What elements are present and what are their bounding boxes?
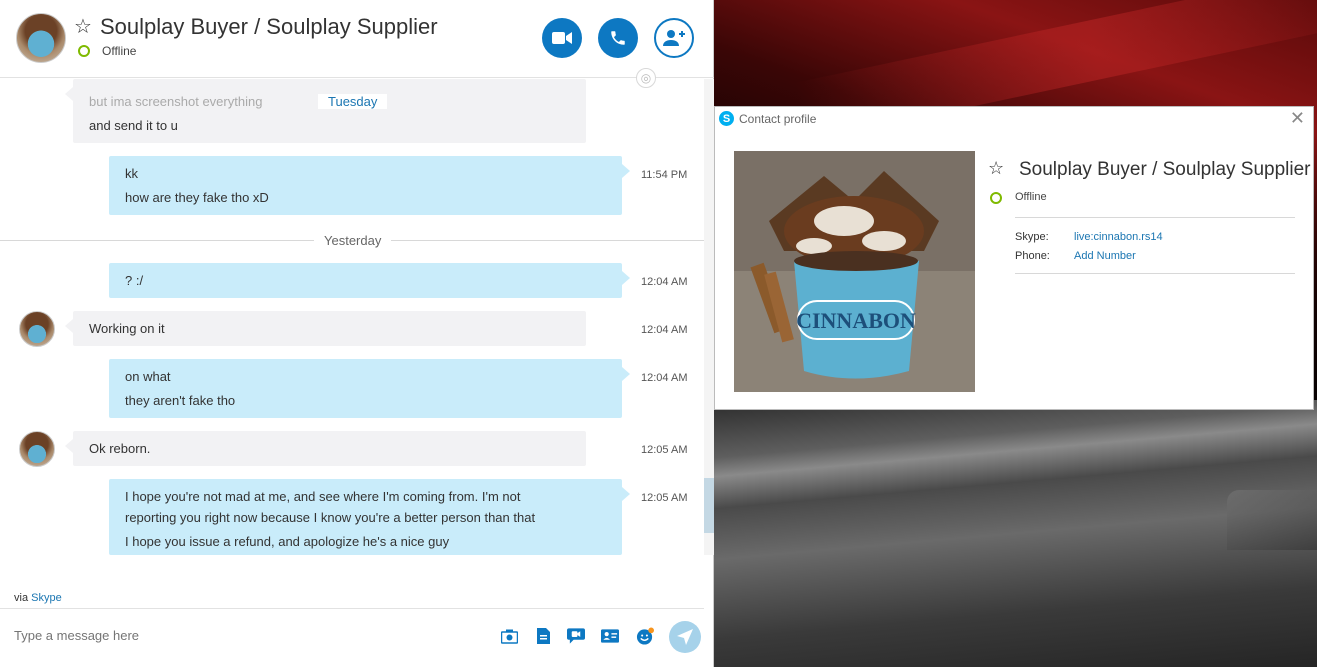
message-bubble-received[interactable]: Ok reborn. [65,431,586,466]
message-bubble-received[interactable]: Working on it [65,311,586,346]
phone-label: Phone: [1015,250,1050,262]
message-bubble-sent[interactable]: kk how are they fake tho xD [109,156,630,215]
date-separator-tuesday: Tuesday [318,94,388,109]
sender-avatar[interactable] [19,311,55,347]
message-line: ? :/ [125,273,144,288]
profile-status: Offline [1015,191,1047,203]
chat-header: ☆ Soulplay Buyer / Soulplay Supplier Off… [0,0,714,78]
contact-avatar[interactable] [16,13,66,63]
message-line: they aren't fake tho [125,393,236,408]
contact-status: Offline [102,44,137,58]
profile-window-title: Contact profile [739,112,817,126]
add-number-link[interactable]: Add Number [1074,250,1136,262]
emoticon-icon[interactable] [636,627,654,645]
skype-logo-icon: S [719,111,734,126]
favorite-star-icon[interactable]: ☆ [74,17,92,37]
via-label: via Skype [14,592,62,604]
profile-titlebar: S Contact profile ✕ [715,107,1313,131]
message-line: reporting you right now because I know y… [125,510,536,525]
message-timestamp: 11:54 PM [641,169,688,181]
audio-call-button[interactable] [598,18,638,58]
message-bubble-sent[interactable]: I hope you're not mad at me, and see whe… [109,479,630,555]
close-icon[interactable]: ✕ [1290,109,1305,127]
photo-brand-text: CINNABON [796,308,916,333]
video-message-icon[interactable] [567,627,585,645]
video-camera-icon [552,32,572,44]
message-line: on what [125,369,171,384]
message-timestamp: 12:04 AM [641,276,688,288]
message-line: I hope you're not mad at me, and see whe… [125,489,521,504]
send-contacts-icon[interactable] [601,627,619,645]
message-timestamp: 12:05 AM [641,444,688,456]
send-file-icon[interactable] [534,627,552,645]
message-timestamp: 12:04 AM [641,324,688,336]
send-message-button[interactable] [669,621,701,653]
add-people-button[interactable] [654,18,694,58]
contact-name[interactable]: Soulplay Buyer / Soulplay Supplier [100,14,438,40]
message-line: but ima screenshot everything [89,94,263,109]
sender-avatar[interactable] [19,431,55,467]
profile-presence-offline-icon [990,192,1002,204]
skype-id-value[interactable]: live:cinnabon.rs14 [1074,231,1163,243]
message-line: Ok reborn. [89,441,151,456]
share-media-icon[interactable] [500,627,518,645]
message-timestamp: 12:05 AM [641,492,688,504]
cinnabon-image: CINNABON [734,151,975,392]
message-timestamp: 12:04 AM [641,372,688,384]
message-bubble-sent[interactable]: ? :/ [109,263,630,298]
video-call-button[interactable] [542,18,582,58]
message-line: kk [125,166,138,181]
message-input[interactable] [14,628,414,643]
compose-divider [0,608,704,609]
phone-icon [611,31,625,45]
scrollbar-thumb[interactable] [704,478,714,533]
skype-id-label: Skype: [1015,231,1049,243]
profile-favorite-star-icon[interactable]: ☆ [988,159,1004,177]
presence-offline-icon [78,45,90,57]
message-bubble-partial: but ima screenshot everything and send i… [65,79,586,143]
via-skype-link[interactable]: Skype [31,592,62,604]
add-person-icon [663,30,685,46]
message-line: and send it to u [89,118,178,133]
profile-divider-bottom [1015,273,1295,274]
profile-divider-top [1015,217,1295,218]
date-separator-yesterday: Yesterday [314,233,392,248]
contact-profile-window: S Contact profile ✕ CINNABON ☆ Soulplay … [714,106,1314,410]
send-arrow-icon [677,629,693,645]
message-bubble-sent[interactable]: on what they aren't fake tho [109,359,630,418]
message-line: Working on it [89,321,165,336]
chat-window: ☆ Soulplay Buyer / Soulplay Supplier Off… [0,0,714,667]
profile-contact-name: Soulplay Buyer / Soulplay Supplier [1019,159,1311,180]
profile-photo[interactable]: CINNABON [734,151,975,392]
message-list: but ima screenshot everything and send i… [0,79,704,555]
via-prefix: via [14,592,29,604]
background-laptop-hinge [1227,490,1317,550]
message-line: how are they fake tho xD [125,190,269,205]
message-line: I hope you issue a refund, and apologize… [125,534,450,549]
